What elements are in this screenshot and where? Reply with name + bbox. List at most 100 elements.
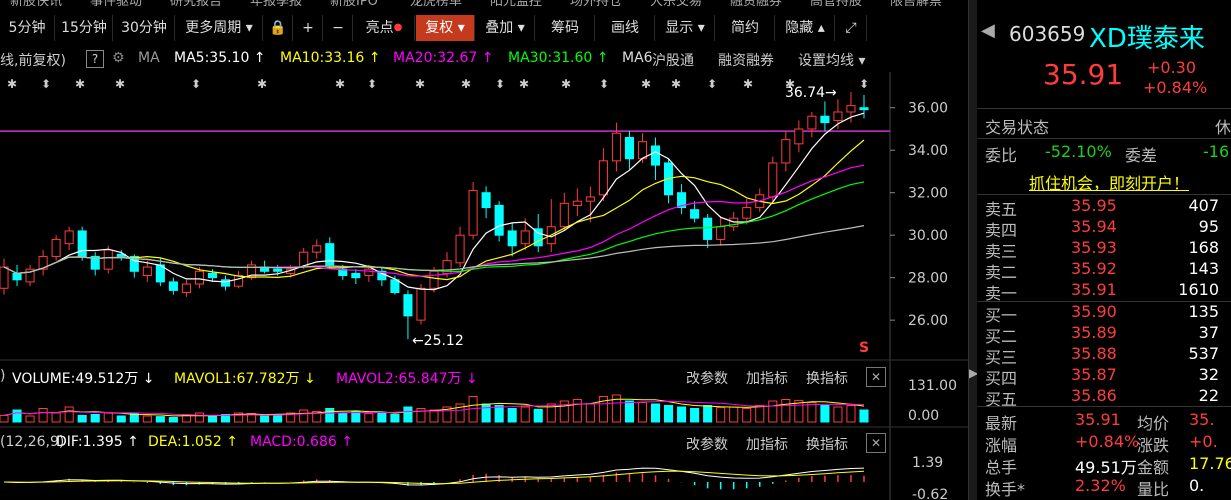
top-menu-item[interactable]: 研究报告 xyxy=(170,0,222,6)
top-menu-item[interactable]: 限售解禁 xyxy=(890,0,942,6)
ask-row[interactable]: 卖四 35.94 95 xyxy=(977,217,1231,240)
toolbar-item-label: 简约 xyxy=(731,20,759,36)
toolbar-item-9[interactable]: 叠加 ▾ xyxy=(476,15,535,41)
toolbar-item-4[interactable]: 🔒 xyxy=(264,15,293,41)
event-marker-icon: ✱ xyxy=(561,77,571,91)
ask-volume: 143 xyxy=(1188,259,1219,278)
candle xyxy=(572,200,582,206)
top-menu-item[interactable]: 新股IPO xyxy=(330,0,378,6)
volume-pane-header: ) VOLUME:49.512万 ↓ MAVOL1:67.782万 ↓ MAVO… xyxy=(0,364,890,390)
top-menu-item[interactable]: 事件驱动 xyxy=(90,0,142,6)
top-menu-item[interactable]: 融资融券 xyxy=(730,0,782,6)
toolbar-item-10[interactable]: 筹码 xyxy=(536,15,595,41)
set-ma-button[interactable]: 设置均线 ▾ xyxy=(798,50,865,70)
toolbar-item-11[interactable]: 画线 xyxy=(596,15,655,41)
bid-row[interactable]: 买五 35.86 22 xyxy=(977,386,1231,409)
prev-stock-icon[interactable]: ◀ xyxy=(981,20,995,41)
macd-switch-indicator-button[interactable]: 换指标 xyxy=(806,434,848,454)
toolbar-item-3[interactable]: 更多周期 ▾ xyxy=(176,15,263,41)
bid-row[interactable]: 买三 35.88 537 xyxy=(977,344,1231,367)
volume-bar xyxy=(207,415,218,423)
top-menu-item[interactable]: 场外持仓 xyxy=(570,0,622,6)
stat-label: 量比 xyxy=(1137,480,1170,499)
bid-row[interactable]: 买一 35.90 135 xyxy=(977,302,1231,325)
panel-divider[interactable]: ▶ xyxy=(968,0,978,500)
open-account-link[interactable]: 抓住机会，即刻开户！ xyxy=(1029,170,1189,194)
candle xyxy=(0,266,9,289)
toolbar-item-15[interactable]: ⤢ xyxy=(836,15,867,41)
macd-close-icon[interactable]: ✕ xyxy=(866,433,886,453)
margin-link[interactable]: 融资融券 xyxy=(718,50,774,70)
stat-label: 涨幅 xyxy=(985,436,1018,455)
volume-bar xyxy=(416,408,426,423)
bid-row[interactable]: 买二 35.89 37 xyxy=(977,323,1231,346)
toolbar-item-2[interactable]: 30分钟 xyxy=(114,15,175,41)
macd-add-indicator-button[interactable]: 加指标 xyxy=(746,434,788,454)
toolbar-item-label: 隐藏 ▴ xyxy=(785,20,825,36)
toolbar-item-5[interactable]: + xyxy=(294,15,323,41)
ask-row[interactable]: 卖五 35.95 407 xyxy=(977,196,1231,219)
period-toolbar: 新股快讯 事件驱动 研究报告 年报季报 新股IPO 龙虎榜单 阳光监控 场外持仓 大宗交易 融资融… xyxy=(0,0,968,44)
volume-bar xyxy=(650,403,661,423)
chart-area[interactable]: 36.00 34.00 32.00 30.00 28.00 26.00 ✱ ⬍ ✱ ✱ ⬍ ✱ ✱ ⬍ ✱ ✱… xyxy=(0,72,968,500)
ma10-value: MA10:33.16 ↑ xyxy=(280,50,381,66)
volume-bar xyxy=(299,409,309,423)
volume-add-indicator-button[interactable]: 加指标 xyxy=(746,368,788,388)
ask-volume: 95 xyxy=(1198,217,1219,236)
ask-row[interactable]: 卖一 35.91 1610 xyxy=(977,280,1231,303)
volume-close-icon[interactable]: ✕ xyxy=(866,367,886,387)
toolbar-item-0[interactable]: 5分钟 xyxy=(0,15,55,41)
bid-row[interactable]: 买四 35.87 32 xyxy=(977,365,1231,388)
top-menu-item[interactable]: 年报季报 xyxy=(250,0,302,6)
expand-arrow-icon[interactable]: ▶ xyxy=(969,366,978,380)
gear-icon[interactable]: ⚙ xyxy=(112,50,125,66)
volume-bar xyxy=(520,406,530,423)
stat-value: 49.51万 xyxy=(1075,458,1137,477)
volume-switch-indicator-button[interactable]: 换指标 xyxy=(806,368,848,388)
top-menu-item[interactable]: 高管持股 xyxy=(810,0,862,6)
top-menu-item[interactable]: 大宗交易 xyxy=(650,0,702,6)
volume-bar xyxy=(142,415,152,423)
top-menu-item[interactable]: 龙虎榜单 xyxy=(410,0,462,6)
toolbar-item-1[interactable]: 15分钟 xyxy=(56,15,113,41)
candle xyxy=(494,204,504,236)
candle xyxy=(181,283,191,294)
toolbar-item-7[interactable]: 亮点● xyxy=(354,15,415,41)
volume-tick-label: 131.00 xyxy=(908,378,957,394)
toolbar-item-6[interactable]: − xyxy=(324,15,353,41)
macd-value: MACD:0.686 ↑ xyxy=(250,434,353,450)
bid-volume: 537 xyxy=(1188,344,1219,363)
top-menu-item[interactable]: 新股快讯 xyxy=(10,0,62,6)
top-menu-item[interactable]: 阳光监控 xyxy=(490,0,542,6)
stats-row: 换手* 2.32% 量比 0. xyxy=(977,476,1231,499)
volume-bar xyxy=(690,408,700,423)
stats-row: 总手 49.51万 金额 17.76 xyxy=(977,454,1231,477)
volume-params-button[interactable]: 改参数 xyxy=(686,368,728,388)
ask-volume: 407 xyxy=(1188,196,1219,215)
hk-connect-link[interactable]: 沪股通 xyxy=(652,50,694,70)
help-icon[interactable]: ? xyxy=(86,50,104,68)
price-tick-label: 28.00 xyxy=(908,271,948,287)
ask-row[interactable]: 卖三 35.93 168 xyxy=(977,238,1231,261)
candle xyxy=(142,266,152,277)
toolbar-item-14[interactable]: 隐藏 ▴ xyxy=(776,15,835,41)
toolbar-item-12[interactable]: 显示 ▾ xyxy=(656,15,715,41)
volume-bar xyxy=(325,408,335,423)
toolbar-item-13[interactable]: 简约 xyxy=(716,15,775,41)
volume-bar xyxy=(12,409,22,423)
toolbar-item-8[interactable]: 复权 ▾ xyxy=(416,15,475,41)
toolbar-item-label: 显示 ▾ xyxy=(665,20,705,36)
volume-bar xyxy=(729,406,739,423)
stat-label: 总手 xyxy=(985,458,1018,477)
volume-bar xyxy=(390,414,400,423)
promo-row[interactable]: 抓住机会，即刻开户！ xyxy=(977,170,1231,194)
macd-params-button[interactable]: 改参数 xyxy=(686,434,728,454)
event-marker-icon: ✱ xyxy=(519,77,529,91)
candle xyxy=(364,268,374,277)
mavol1-value: MAVOL1:67.782万 ↓ xyxy=(174,371,316,387)
ask-row[interactable]: 卖二 35.92 143 xyxy=(977,259,1231,282)
stat-value: 17.76 xyxy=(1189,454,1231,473)
volume-bar xyxy=(585,403,595,423)
candle xyxy=(820,115,830,124)
mavol2-value: MAVOL2:65.847万 ↓ xyxy=(336,371,478,387)
